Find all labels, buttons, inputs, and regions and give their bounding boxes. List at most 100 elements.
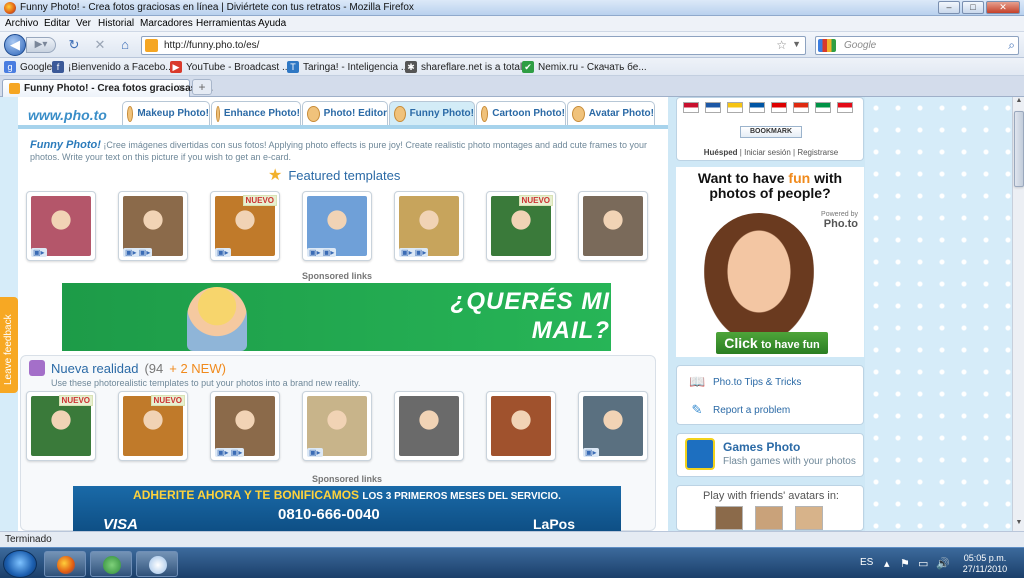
template-image (307, 196, 367, 256)
taskbar-paint[interactable] (136, 551, 178, 577)
home-icon[interactable]: ⌂ (117, 37, 133, 53)
menu-ver[interactable]: Ver (76, 18, 91, 29)
menu-herramientas[interactable]: Herramientas (196, 18, 256, 29)
scroll-thumb[interactable] (1014, 111, 1024, 187)
template-thumb[interactable]: NUEVO (26, 391, 96, 461)
scroll-down-icon[interactable]: ▼ (1013, 519, 1024, 531)
template-thumb[interactable] (394, 391, 464, 461)
template-thumb[interactable]: ▣▸ ▣▸ (210, 391, 280, 461)
forward-arrow-icon[interactable]: ▶▾ (26, 37, 56, 53)
template-thumb[interactable]: ▣▸ (578, 391, 648, 461)
reload-icon[interactable]: ↻ (66, 37, 82, 53)
taskbar-messenger[interactable] (90, 551, 132, 577)
guest-label: Huésped (703, 148, 738, 157)
bookmark-shareflare[interactable]: ✱ shareflare.net is a total... (405, 60, 531, 74)
maximize-button[interactable]: □ (962, 1, 984, 14)
language-flag[interactable] (793, 102, 809, 113)
close-tab-icon[interactable]: × (178, 81, 185, 95)
language-indicator[interactable]: ES (860, 557, 873, 568)
games-icon (685, 438, 715, 470)
tab-enhance-photo[interactable]: Enhance Photo! (211, 101, 301, 125)
funny-icon (394, 105, 406, 122)
search-placeholder[interactable]: Google (844, 40, 876, 51)
back-arrow-icon[interactable]: ◀ (4, 34, 26, 56)
tab-funny-photo-site[interactable]: Funny Photo! (389, 101, 475, 125)
register-link[interactable]: Registrarse (797, 148, 838, 157)
report-problem-link[interactable]: ✎ Report a problem (689, 402, 791, 418)
site-logo[interactable]: www.pho.to (28, 107, 107, 123)
tab-funny-photo[interactable]: Funny Photo! - Crea fotos graciosas e...… (2, 79, 213, 97)
featured-heading: ★ Featured templates (268, 167, 401, 184)
menu-marcadores[interactable]: Marcadores (140, 18, 193, 29)
template-thumb[interactable] (578, 191, 648, 261)
tray-arrow-icon[interactable]: ▴ (884, 557, 890, 570)
url-text[interactable]: http://funny.pho.to/es/ (164, 40, 259, 51)
menu-ayuda[interactable]: Ayuda (258, 18, 286, 29)
menu-archivo[interactable]: Archivo (5, 18, 38, 29)
sidebar-ad[interactable]: Want to have fun with photos of people? P… (676, 167, 864, 357)
template-thumb[interactable]: NUEVO ▣▸ (210, 191, 280, 261)
network-tray-icon[interactable]: ▭ (918, 557, 928, 570)
language-flag[interactable] (683, 102, 699, 113)
photo-count-badge: ▣▸ (307, 448, 323, 457)
new-tab-button[interactable]: + (192, 79, 212, 95)
banner-ad-lapos[interactable]: ADHERITE AHORA Y TE BONIFICAMOS LOS 3 PR… (73, 486, 621, 531)
template-thumb[interactable]: ▣▸ ▣▸ (118, 191, 188, 261)
login-link[interactable]: Iniciar sesión (744, 148, 791, 157)
menu-editar[interactable]: Editar (44, 18, 70, 29)
tab-avatar-photo[interactable]: Avatar Photo! (567, 101, 655, 125)
template-thumb[interactable]: ▣▸ (302, 391, 372, 461)
stop-icon[interactable]: ✕ (92, 37, 108, 53)
leave-feedback-tab[interactable]: Leave feedback (0, 297, 18, 393)
tips-link[interactable]: 📖 Pho.to Tips & Tricks (689, 374, 801, 390)
bookmark-star-icon[interactable]: ☆ (776, 38, 787, 52)
tab-cartoon-photo[interactable]: Cartoon Photo! (476, 101, 566, 125)
scroll-up-icon[interactable]: ▲ (1013, 97, 1024, 109)
url-bar[interactable]: http://funny.pho.to/es/ ☆ ▼ (141, 36, 806, 55)
url-dropdown-icon[interactable]: ▼ (792, 39, 801, 49)
template-thumb[interactable]: ▣▸ ▣▸ (394, 191, 464, 261)
template-thumb[interactable]: ▣▸ ▣▸ (302, 191, 372, 261)
bookmark-google[interactable]: g Google (4, 60, 52, 74)
template-thumb[interactable]: NUEVO (486, 191, 556, 261)
site-favicon (145, 39, 158, 52)
photo-count-badge: ▣▸ ▣▸ (123, 248, 153, 257)
language-flag[interactable] (727, 102, 743, 113)
language-flag[interactable] (771, 102, 787, 113)
bookmark-facebook[interactable]: f ¡Bienvenido a Facebo... (52, 60, 174, 74)
bookmark-youtube[interactable]: ▶ YouTube - Broadcast ... (170, 60, 290, 74)
sponsored-label-2: Sponsored links (312, 474, 383, 484)
tab-favicon (9, 83, 20, 94)
bookmark-button[interactable]: BOOKMARK (740, 126, 802, 138)
friend-avatar-3[interactable] (795, 506, 823, 530)
search-box[interactable]: Google ⌕ (815, 36, 1019, 55)
click-to-have-fun-button[interactable]: Click to have fun (716, 332, 828, 354)
tab-photo-editor[interactable]: Photo! Editor (302, 101, 388, 125)
banner-ad-mail[interactable]: ¿QUERÉS MI MAIL? (62, 283, 611, 351)
google-engine-icon[interactable] (818, 39, 836, 52)
language-flag[interactable] (705, 102, 721, 113)
vertical-scrollbar[interactable]: ▲ ▼ (1012, 97, 1024, 531)
bookmark-nemix[interactable]: ✔ Nemix.ru - Скачать бе... (522, 60, 647, 74)
flag-tray-icon[interactable]: ⚑ (900, 557, 910, 570)
language-flag[interactable] (749, 102, 765, 113)
volume-tray-icon[interactable]: 🔊 (936, 557, 950, 570)
search-icon[interactable]: ⌕ (1008, 38, 1015, 53)
template-thumb[interactable]: NUEVO (118, 391, 188, 461)
taskbar-firefox[interactable] (44, 551, 86, 577)
section-title[interactable]: Nueva realidad (94 + 2 NEW) (29, 360, 226, 376)
language-flag[interactable] (837, 102, 853, 113)
language-flag[interactable] (815, 102, 831, 113)
bookmark-taringa[interactable]: T Taringa! - Inteligencia ... (287, 60, 409, 74)
start-button[interactable] (3, 550, 37, 578)
close-window-button[interactable]: ✕ (986, 1, 1020, 14)
clock[interactable]: 05:05 p.m. 27/11/2010 (960, 553, 1010, 575)
games-box[interactable]: Games Photo Flash games with your photos (676, 433, 864, 477)
template-thumb[interactable]: ▣▸ (26, 191, 96, 261)
menu-historial[interactable]: Historial (98, 18, 134, 29)
friend-avatar-1[interactable] (715, 506, 743, 530)
template-thumb[interactable] (486, 391, 556, 461)
friend-avatar-2[interactable] (755, 506, 783, 530)
tab-makeup-photo[interactable]: Makeup Photo! (122, 101, 210, 125)
minimize-button[interactable]: – (938, 1, 960, 14)
